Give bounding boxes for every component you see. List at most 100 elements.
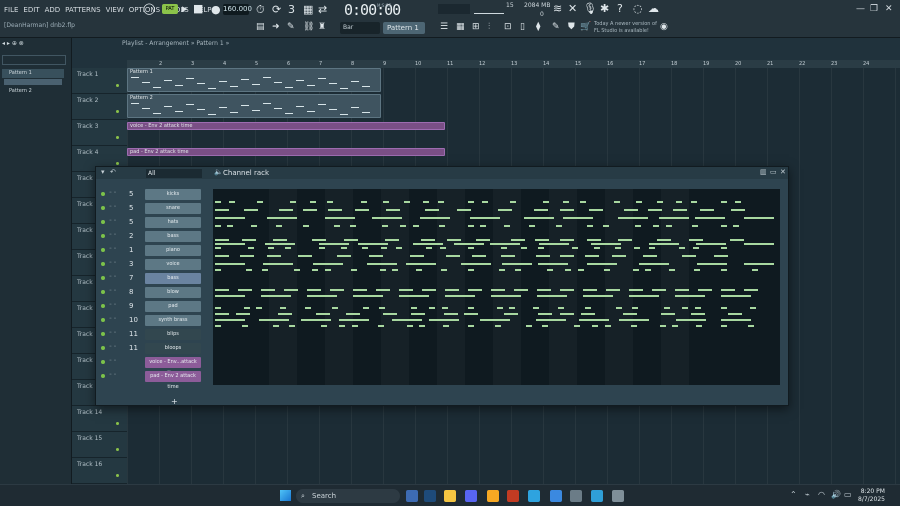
channel-name-button[interactable]: blips	[145, 329, 201, 340]
pattern-clip[interactable]: Pattern 1	[127, 68, 381, 92]
channel-row[interactable]: ◦ ◦ 1 piano	[96, 244, 208, 257]
channel-mute-led[interactable]	[101, 346, 105, 350]
channel-mute-led[interactable]	[101, 192, 105, 196]
channel-row[interactable]: ◦ ◦ 5 kicks	[96, 188, 208, 201]
channel-mute-led[interactable]	[101, 206, 105, 210]
channel-knobs[interactable]: ◦ ◦	[109, 302, 117, 308]
fl-studio-icon[interactable]	[487, 490, 499, 502]
chrome-icon[interactable]	[550, 490, 562, 502]
channel-knobs[interactable]: ◦ ◦	[109, 218, 117, 224]
menu-patterns[interactable]: PATTERNS	[64, 5, 101, 15]
channel-name-button[interactable]: bass	[145, 273, 201, 284]
cart-icon[interactable]: 🛒	[580, 22, 591, 32]
channel-mixer-track[interactable]: 11	[129, 344, 138, 352]
close-icon[interactable]: ✕	[885, 4, 893, 14]
play-icon[interactable]: ▸	[182, 2, 188, 15]
tempo-display[interactable]: 160.000	[223, 4, 252, 15]
news-ticker[interactable]: Today A newer version of FL Studio is av…	[594, 21, 664, 35]
chevron-up-icon[interactable]: ⌃	[790, 490, 797, 499]
channel-knobs[interactable]: ◦ ◦	[109, 372, 117, 378]
playlist-icon[interactable]: ☰	[440, 22, 448, 32]
channel-mute-led[interactable]	[101, 360, 105, 364]
edge-icon[interactable]	[528, 490, 540, 502]
track-led[interactable]	[116, 448, 119, 451]
loop-record-icon[interactable]: ⟳	[272, 3, 281, 16]
channel-name-button[interactable]: blow	[145, 287, 201, 298]
pattern-clip[interactable]: Pattern 2	[127, 94, 381, 118]
channel-filter[interactable]: All	[146, 169, 202, 178]
channel-row[interactable]: ◦ ◦ 9 pad	[96, 300, 208, 313]
settings-app-icon[interactable]	[570, 490, 582, 502]
network-icon[interactable]: ⌁	[805, 490, 810, 499]
channel-knobs[interactable]: ◦ ◦	[109, 204, 117, 210]
track-header[interactable]: Track 14	[72, 406, 127, 432]
clock[interactable]: 8:20 PM 8/7/2025	[858, 488, 885, 504]
channel-mute-led[interactable]	[101, 290, 105, 294]
channel-mixer-track[interactable]: 10	[129, 316, 138, 324]
channel-mixer-track[interactable]: 2	[129, 232, 133, 240]
channel-knobs[interactable]: ◦ ◦	[109, 358, 117, 364]
channel-mute-led[interactable]	[101, 220, 105, 224]
menu-view[interactable]: VIEW	[105, 5, 125, 15]
settings-icon[interactable]: ✱	[600, 2, 609, 15]
channel-knobs[interactable]: ◦ ◦	[109, 274, 117, 280]
timeline-ruler[interactable]: 2 3 4 5 6 7 8 9 10 11 12 13 14 15 16 17 18 19 20 21 22 23 24	[127, 60, 900, 68]
channel-row[interactable]: ◦ ◦ 3 voice	[96, 258, 208, 271]
link-icon[interactable]: ⛓	[303, 22, 314, 32]
channel-row[interactable]: ◦ ◦ 8 blow	[96, 286, 208, 299]
channel-name-button[interactable]: pad	[145, 301, 201, 312]
channel-name-button[interactable]: kicks	[145, 189, 201, 200]
pattern-selector[interactable]: Pattern 1	[383, 22, 425, 34]
channel-mute-led[interactable]	[101, 318, 105, 322]
channel-mute-led[interactable]	[101, 304, 105, 308]
online-icon[interactable]: ≋	[553, 2, 562, 15]
globe-icon[interactable]: ◉	[660, 22, 668, 32]
channel-mixer-track[interactable]: 5	[129, 204, 133, 212]
stop-icon[interactable]: ■	[193, 2, 203, 15]
track-led[interactable]	[116, 84, 119, 87]
metronome-icon[interactable]: ⏱	[256, 3, 265, 17]
channel-knobs[interactable]: ◦ ◦	[109, 190, 117, 196]
script-icon[interactable]: ✎	[552, 22, 560, 32]
graph-icon[interactable]: ▥	[760, 168, 767, 176]
piano-icon[interactable]: ▤	[256, 22, 265, 32]
close-x-icon[interactable]: ✕	[568, 2, 577, 15]
chat-icon[interactable]: ◌	[633, 2, 643, 15]
channel-mute-led[interactable]	[101, 248, 105, 252]
app-icon[interactable]	[507, 490, 519, 502]
menu-edit[interactable]: EDIT	[22, 5, 40, 15]
channel-mute-led[interactable]	[101, 234, 105, 238]
snap-selector[interactable]: Bar	[340, 22, 380, 34]
menu-file[interactable]: FILE	[3, 5, 19, 15]
channel-mixer-track[interactable]: 1	[129, 246, 133, 254]
cloud-icon[interactable]: ☁	[648, 2, 659, 15]
app-icon-2[interactable]	[612, 490, 624, 502]
channel-knobs[interactable]: ◦ ◦	[109, 288, 117, 294]
channel-row[interactable]: ◦ ◦ 5 hats	[96, 216, 208, 229]
channel-name-button[interactable]: snare	[145, 203, 201, 214]
add-channel-button[interactable]: +	[171, 397, 178, 406]
pencil-icon[interactable]: ✎	[287, 22, 295, 32]
channel-mute-led[interactable]	[101, 262, 105, 266]
channel-row[interactable]: ◦ ◦ 10 synth brass	[96, 314, 208, 327]
channel-knobs[interactable]: ◦ ◦	[109, 260, 117, 266]
channel-row[interactable]: ◦ ◦ pad - Env 2 attack time	[96, 370, 208, 390]
channel-name-button[interactable]: piano	[145, 245, 201, 256]
browser-tabs[interactable]	[2, 55, 66, 65]
channel-knobs[interactable]: ◦ ◦	[109, 330, 117, 336]
channel-knobs[interactable]: ◦ ◦	[109, 246, 117, 252]
stamp-icon[interactable]: ♜	[318, 22, 326, 32]
file-explorer-icon[interactable]	[444, 490, 456, 502]
channel-mixer-track[interactable]: 5	[129, 190, 133, 198]
pat-song-toggle[interactable]: PAT	[162, 4, 178, 14]
file-icon[interactable]: ▯	[520, 22, 525, 32]
channel-mute-led[interactable]	[101, 276, 105, 280]
browser-pattern-item[interactable]: Pattern 1	[2, 69, 64, 78]
channel-mixer-track[interactable]: 7	[129, 274, 133, 282]
help-icon[interactable]: ?	[617, 2, 623, 15]
mic-icon[interactable]: 🎙	[583, 2, 597, 15]
photos-icon[interactable]	[591, 490, 603, 502]
plugin-icon[interactable]: ⧫	[536, 22, 540, 32]
track-header[interactable]: Track 16	[72, 458, 127, 484]
blend-notes-icon[interactable]: ⇄	[318, 3, 327, 16]
